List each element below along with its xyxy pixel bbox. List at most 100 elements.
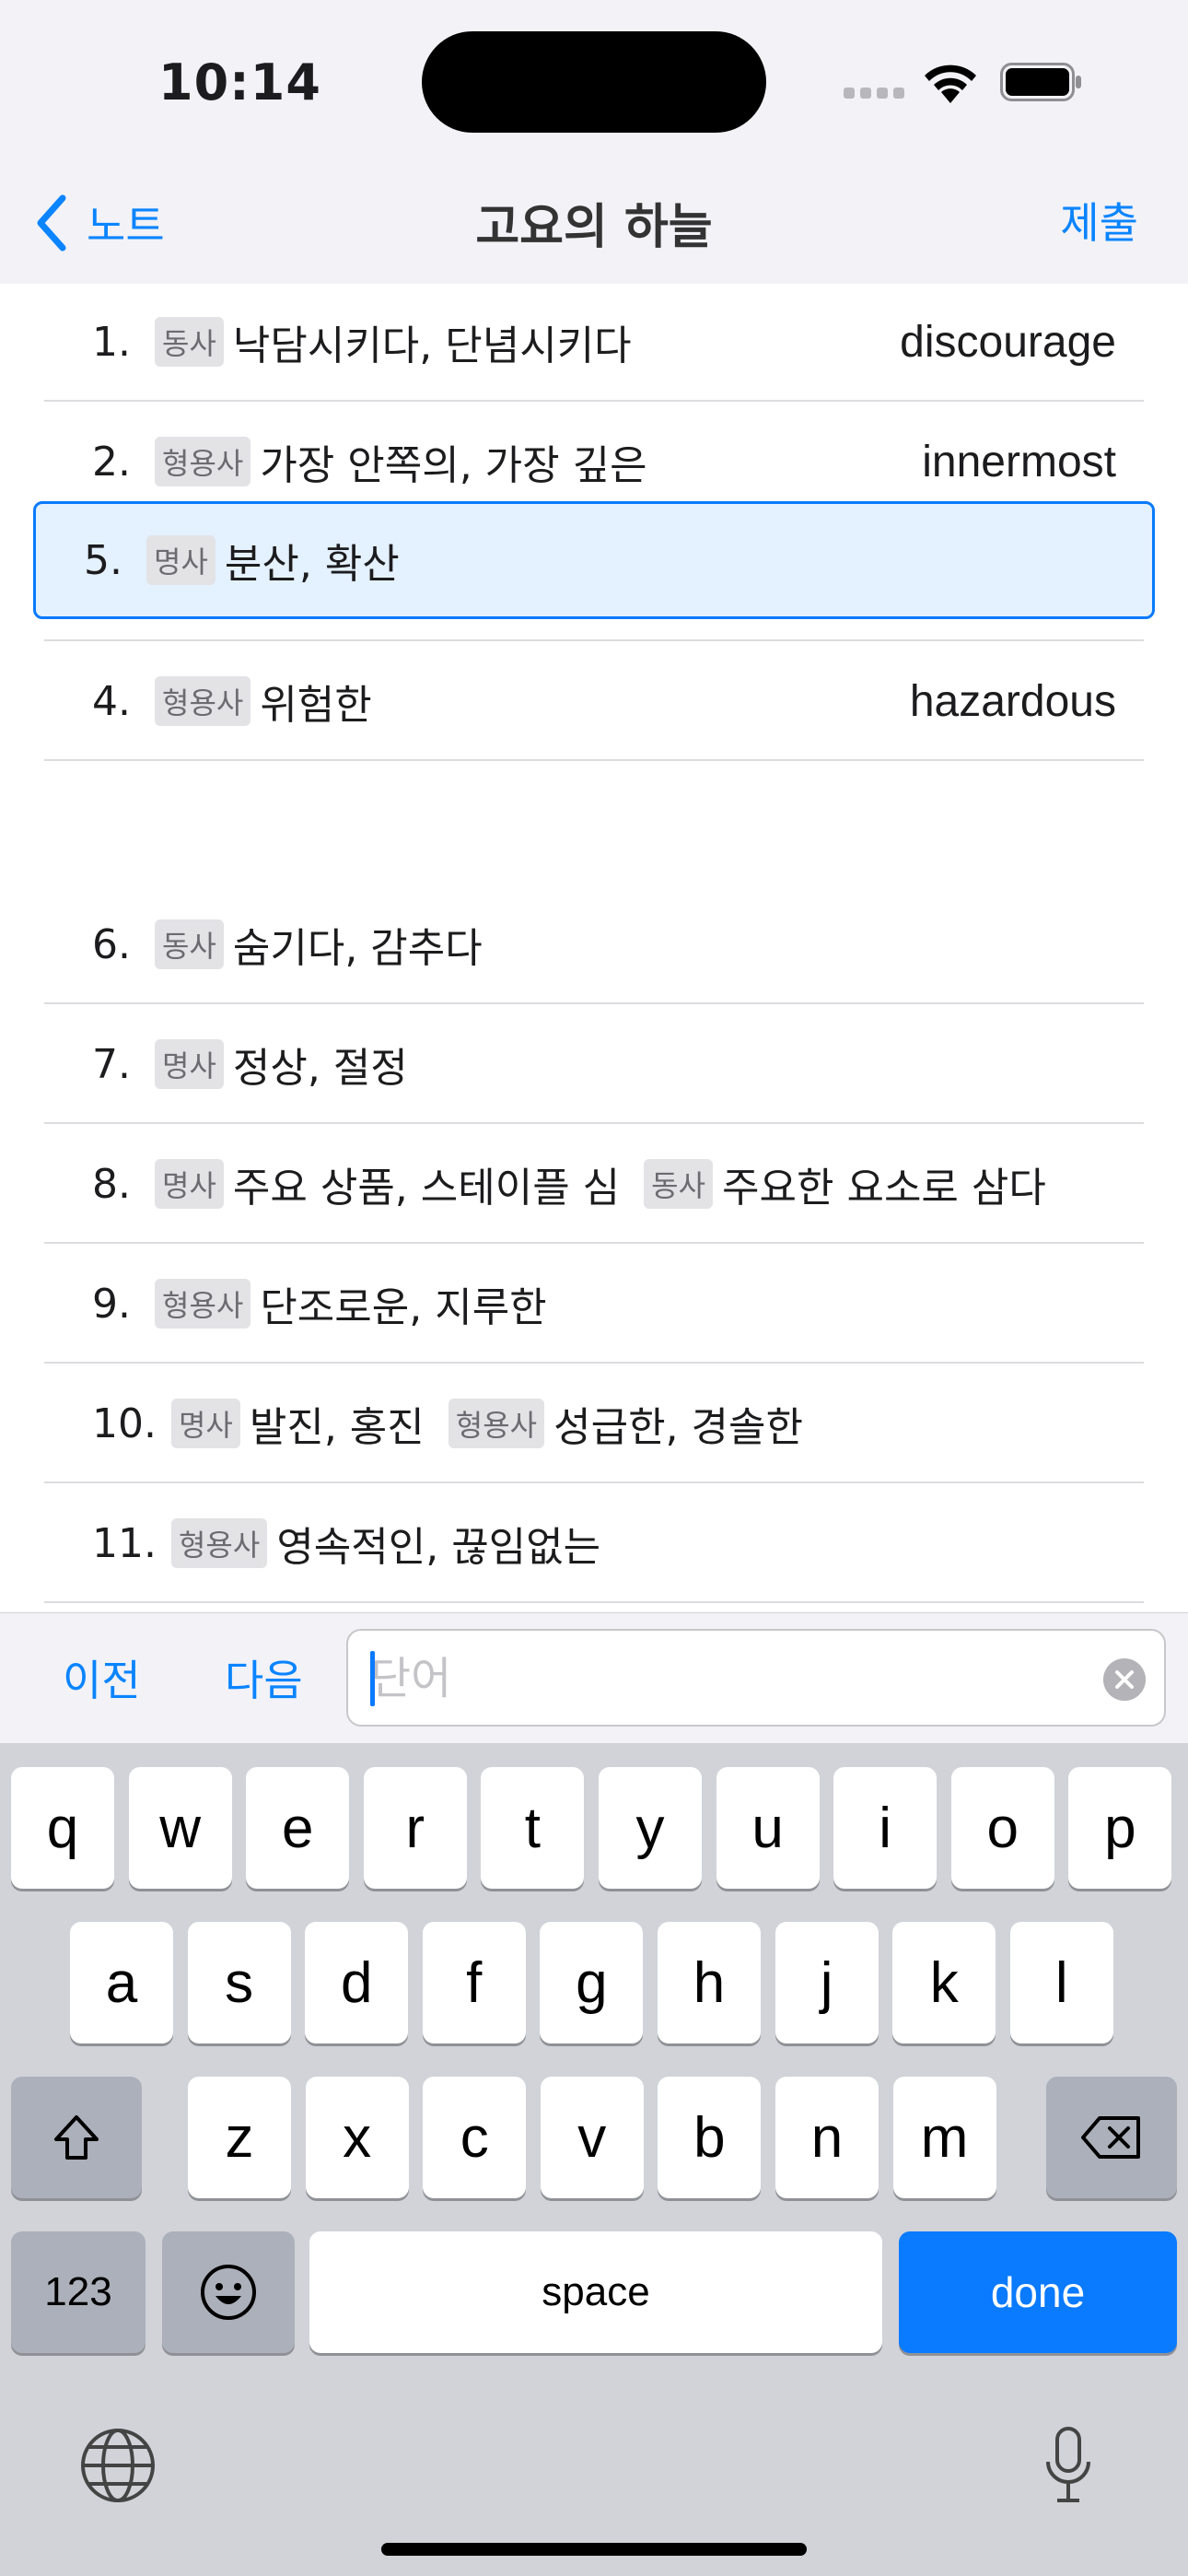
part-of-speech-tag: 동사	[644, 1159, 714, 1209]
key-h[interactable]: h	[658, 1922, 761, 2043]
row-definitions: 명사 분산, 확산	[132, 531, 1152, 590]
part-of-speech-tag: 형용사	[155, 1279, 251, 1329]
key-l[interactable]: l	[1009, 1922, 1113, 2043]
vocab-row[interactable]: 6. 동사 숨기다, 감추다	[44, 886, 1144, 1004]
key-g[interactable]: g	[540, 1922, 644, 2043]
row-definitions: 명사 발진, 홍진 형용사 성급한, 경솔한	[157, 1394, 1144, 1453]
part-of-speech-tag: 명사	[146, 535, 215, 585]
key-o[interactable]: o	[950, 1767, 1054, 1889]
key-b[interactable]: b	[658, 2077, 762, 2198]
meaning-text: 영속적인, 끊임없는	[276, 1524, 601, 1571]
delete-key[interactable]	[1046, 2077, 1177, 2198]
microphone-button[interactable]	[1041, 2425, 1096, 2512]
english-word: hazardous	[909, 676, 1116, 726]
row-definitions: 형용사 단조로운, 지루한	[140, 1274, 1144, 1333]
space-key[interactable]: space	[309, 2231, 882, 2353]
meaning-text: 성급한, 경솔한	[553, 1404, 803, 1451]
row-definitions: 형용사 영속적인, 끊임없는	[157, 1514, 1144, 1573]
key-e[interactable]: e	[246, 1767, 350, 1889]
keyboard: q w e r t y u i o p a s d f g h j k l z x c v b n m 123 space done	[0, 1743, 1188, 2576]
key-f[interactable]: f	[422, 1922, 526, 2043]
vocab-row[interactable]: 11. 형용사 영속적인, 끊임없는	[44, 1485, 1144, 1603]
text-caret	[370, 1651, 375, 1706]
meaning-text: 발진, 홍진	[249, 1404, 425, 1451]
row-definitions: 동사 낙담시키다, 단념시키다	[140, 312, 900, 371]
row-number: 11.	[92, 1519, 157, 1567]
wifi-icon	[925, 64, 976, 103]
next-button[interactable]: 다음	[225, 1647, 303, 1708]
part-of-speech-tag: 형용사	[170, 1518, 268, 1568]
word-input[interactable]	[368, 1644, 1072, 1714]
part-of-speech-tag: 동사	[155, 317, 224, 367]
key-s[interactable]: s	[187, 1922, 291, 2043]
key-p[interactable]: p	[1068, 1767, 1172, 1889]
vocab-row[interactable]: 1. 동사 낙담시키다, 단념시키다 discourage	[44, 284, 1144, 402]
vocab-row[interactable]: 7. 명사 정상, 절정	[44, 1006, 1144, 1124]
row-definitions: 명사 정상, 절정	[140, 1035, 1144, 1094]
vocab-row[interactable]: 4. 형용사 위험한 hazardous	[44, 643, 1144, 761]
key-k[interactable]: k	[892, 1922, 996, 2043]
key-n[interactable]: n	[775, 2077, 879, 2198]
submit-button[interactable]: 제출	[1060, 190, 1138, 251]
vocab-row[interactable]: 10. 명사 발진, 홍진 형용사 성급한, 경솔한	[44, 1365, 1144, 1483]
key-c[interactable]: c	[423, 2077, 527, 2198]
cellular-signal-icon	[844, 85, 910, 102]
row-number: 9.	[92, 1280, 131, 1328]
delete-icon	[1081, 2116, 1140, 2159]
key-j[interactable]: j	[775, 1922, 879, 2043]
row-number: 6.	[92, 920, 131, 968]
key-y[interactable]: y	[599, 1767, 702, 1889]
shift-icon	[54, 2115, 99, 2160]
key-u[interactable]: u	[716, 1767, 820, 1889]
emoji-key[interactable]	[162, 2231, 295, 2353]
shift-key[interactable]	[11, 2077, 142, 2198]
key-z[interactable]: z	[188, 2077, 291, 2198]
key-a[interactable]: a	[70, 1922, 173, 2043]
page-title: 고요의 하늘	[475, 200, 713, 255]
row-number: 4.	[92, 677, 131, 725]
row-number: 7.	[92, 1040, 131, 1088]
english-word: discourage	[900, 317, 1116, 367]
dynamic-island	[422, 31, 766, 133]
key-m[interactable]: m	[892, 2077, 996, 2198]
vocab-row[interactable]: 8. 명사 주요 상품, 스테이플 심 동사 주요한 요소로 삼다	[44, 1126, 1144, 1244]
key-i[interactable]: i	[833, 1767, 938, 1889]
numbers-key[interactable]: 123	[11, 2231, 146, 2353]
word-field[interactable]	[346, 1629, 1166, 1727]
key-d[interactable]: d	[305, 1922, 409, 2043]
part-of-speech-tag: 형용사	[448, 1399, 545, 1448]
key-q[interactable]: q	[11, 1767, 114, 1889]
row-number: 8.	[92, 1160, 131, 1208]
key-r[interactable]: r	[363, 1767, 467, 1889]
globe-icon	[81, 2429, 155, 2502]
vocab-row[interactable]: 9. 형용사 단조로운, 지루한	[44, 1246, 1144, 1364]
key-t[interactable]: t	[481, 1767, 585, 1889]
key-w[interactable]: w	[128, 1767, 232, 1889]
home-indicator	[381, 2543, 807, 2556]
part-of-speech-tag: 형용사	[155, 676, 251, 726]
key-x[interactable]: x	[305, 2077, 409, 2198]
globe-button[interactable]	[79, 2427, 157, 2508]
row-definitions: 형용사 위험한	[140, 672, 910, 731]
meaning-text: 가장 안쪽의, 가장 깊은	[260, 442, 647, 489]
clear-icon[interactable]	[1103, 1658, 1146, 1701]
row-number: 1.	[92, 318, 131, 366]
row-definitions: 형용사 가장 안쪽의, 가장 깊은	[140, 432, 922, 491]
meaning-text: 숨기다, 감추다	[232, 925, 483, 972]
status-time: 10:14	[158, 53, 321, 111]
english-word: innermost	[922, 437, 1116, 486]
row-number: 2.	[92, 438, 131, 486]
part-of-speech-tag: 형용사	[155, 437, 251, 486]
emoji-icon	[201, 2265, 256, 2320]
row-number: 5.	[84, 536, 122, 584]
vocab-row-selected[interactable]: 5. 명사 분산, 확산	[33, 501, 1155, 619]
previous-button[interactable]: 이전	[63, 1647, 141, 1708]
part-of-speech-tag: 명사	[155, 1159, 224, 1209]
part-of-speech-tag: 명사	[155, 1039, 224, 1089]
meaning-text: 낙담시키다, 단념시키다	[232, 322, 632, 369]
meaning-text: 주요 상품, 스테이플 심	[232, 1165, 621, 1212]
done-key[interactable]: done	[899, 2231, 1177, 2353]
row-number: 10.	[92, 1399, 157, 1447]
part-of-speech-tag: 동사	[155, 919, 224, 969]
key-v[interactable]: v	[540, 2077, 644, 2198]
